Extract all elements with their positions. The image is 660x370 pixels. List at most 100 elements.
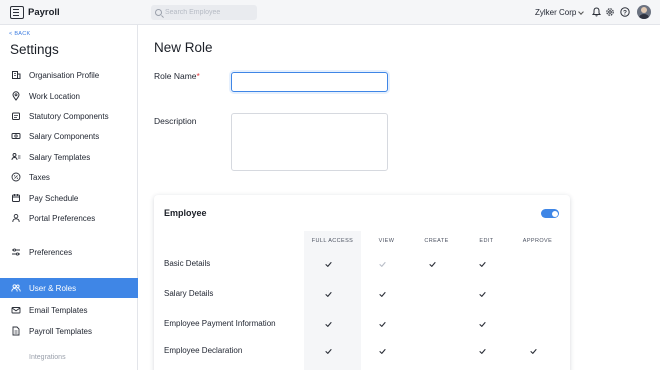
checkbox-edit[interactable] [479,348,486,355]
building-icon [11,70,21,80]
column-header-edit: EDIT [479,238,494,244]
search-box[interactable] [151,5,257,20]
checkmark-icon [379,349,386,354]
permission-row-label: Basic Details [164,259,211,268]
column-header-create: CREATE [424,238,449,244]
sidebar-item-payroll-templates[interactable]: Payroll Templates [0,321,138,341]
sidebar-item-portal-preferences[interactable]: Portal Preferences [0,208,138,228]
column-header-approve: APPROVE [522,238,553,244]
org-name: Zylker Corp [535,8,577,17]
document-icon [11,326,21,336]
checkmark-icon [479,292,486,297]
sidebar-item-label: Payroll Templates [29,326,92,336]
role-name-label: Role Name* [154,71,200,81]
sidebar-item-label: Preferences [29,247,73,257]
checkbox-view[interactable] [379,321,386,328]
app-name: Payroll [28,7,60,18]
permission-section-title: Employee [164,208,207,218]
sidebar-item-salary-templates[interactable]: Salary Templates [0,147,138,167]
page-title: New Role [154,40,213,55]
sidebar-item-label: Portal Preferences [29,213,96,223]
permission-row-label: Salary Details [164,289,214,298]
required-marker: * [196,71,200,81]
permission-row-label: Employee Payment Information [164,319,276,328]
search-icon [155,9,162,16]
sidebar-item-taxes[interactable]: Taxes [0,167,138,187]
help-icon[interactable]: ? [620,7,630,17]
sidebar-item-label: Taxes [29,172,50,182]
svg-text:?: ? [623,9,627,16]
checkmark-icon [325,262,332,267]
calendar-icon [11,193,21,203]
back-link[interactable]: < BACK [9,31,31,37]
sidebar-item-preferences[interactable]: Preferences [0,242,138,262]
sidebar-item-label: Email Templates [29,305,88,315]
checkbox-view [379,261,386,268]
notification-bell-icon[interactable] [591,7,601,17]
shield-doc-icon [11,111,21,121]
checkmark-icon [379,262,386,267]
checkbox-full-access[interactable] [325,291,332,298]
sliders-icon [11,247,21,257]
sidebar-item-pay-schedule[interactable]: Pay Schedule [0,188,138,208]
users-icon [11,283,21,293]
settings-sidebar: < BACK Settings Organisation Profile Wor… [0,25,138,370]
column-header-full-access: FULL ACCESS [311,238,354,244]
role-name-input[interactable] [231,72,388,92]
checkmark-icon [479,262,486,267]
checkbox-approve[interactable] [530,348,537,355]
chevron-down-icon [578,8,585,15]
description-label: Description [154,116,197,126]
sidebar-item-label: Salary Templates [29,152,91,162]
sidebar-item-work-location[interactable]: Work Location [0,86,138,106]
percent-icon [11,172,21,182]
user-icon [11,213,21,223]
checkbox-full-access[interactable] [325,321,332,328]
checkmark-icon [325,322,332,327]
payroll-logo-icon [10,6,24,19]
checkmark-icon [325,349,332,354]
sidebar-item-user-and-roles[interactable]: User & Roles [0,278,138,298]
checkbox-create[interactable] [429,261,436,268]
location-pin-icon [11,91,21,101]
sidebar-item-email-templates[interactable]: Email Templates [0,300,138,320]
main-content: New Role Role Name* Description Employee… [138,25,660,370]
checkbox-edit[interactable] [479,291,486,298]
settings-gear-icon[interactable] [605,7,615,17]
sidebar-item-statutory-components[interactable]: Statutory Components [0,106,138,126]
template-icon [11,152,21,162]
checkmark-icon [479,322,486,327]
sidebar-item-label: Salary Components [29,131,100,141]
section-toggle[interactable] [541,209,559,218]
mail-icon [11,305,21,315]
full-access-column-highlight [304,231,361,370]
money-icon [11,131,21,141]
checkmark-icon [379,322,386,327]
user-avatar[interactable] [637,5,651,19]
checkbox-edit[interactable] [479,261,486,268]
org-switcher[interactable]: Zylker Corp [535,8,585,17]
checkbox-edit[interactable] [479,321,486,328]
checkbox-full-access[interactable] [325,348,332,355]
checkmark-icon [530,349,537,354]
top-bar: Payroll Zylker Corp ? [0,0,660,25]
checkmark-icon [429,262,436,267]
employee-permissions-card: Employee FULL ACCESS VIEW CREATE EDIT AP… [154,195,570,370]
checkbox-view[interactable] [379,348,386,355]
sidebar-item-label: Statutory Components [29,111,109,121]
settings-title: Settings [10,42,59,57]
integrations-label[interactable]: Integrations [29,354,66,361]
sidebar-item-organisation-profile[interactable]: Organisation Profile [0,65,138,85]
sidebar-item-label: Work Location [29,91,80,101]
column-header-view: VIEW [378,238,395,244]
checkbox-full-access[interactable] [325,261,332,268]
sidebar-item-label: Pay Schedule [29,193,79,203]
sidebar-item-salary-components[interactable]: Salary Components [0,126,138,146]
search-input[interactable] [165,9,255,16]
brand[interactable]: Payroll [10,6,60,19]
checkmark-icon [379,292,386,297]
checkmark-icon [325,292,332,297]
description-textarea[interactable] [231,113,388,171]
sidebar-item-label: User & Roles [29,283,77,293]
checkbox-view[interactable] [379,291,386,298]
